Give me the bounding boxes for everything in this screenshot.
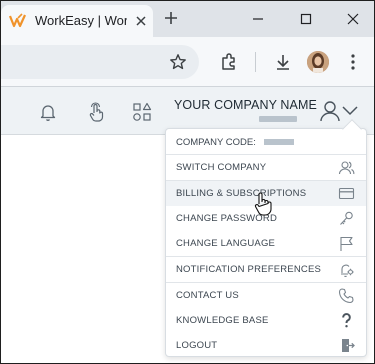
profile-photo-icon	[307, 51, 329, 73]
close-icon[interactable]	[134, 14, 148, 28]
menu-item-label: KNOWLEDGE BASE	[176, 315, 269, 326]
key-icon	[340, 211, 353, 225]
company-code-label: COMPANY CODE:	[176, 137, 256, 148]
menu-item-contact-us[interactable]: CONTACT US	[166, 283, 366, 308]
more-icon[interactable]	[347, 52, 359, 72]
user-name-redacted	[259, 116, 297, 122]
menu-item-label: CHANGE LANGUAGE	[176, 238, 276, 249]
download-icon[interactable]	[273, 52, 293, 72]
users-icon	[338, 161, 355, 175]
extensions-icon[interactable]	[219, 52, 239, 72]
hand-cursor-icon	[254, 192, 272, 216]
menu-item-switch-company[interactable]: SWITCH COMPANY	[166, 155, 366, 180]
logout-icon	[342, 339, 355, 352]
credit-card-icon	[338, 187, 355, 200]
maximize-icon[interactable]	[299, 12, 313, 26]
bell-gear-icon	[341, 264, 354, 278]
shapes-icon[interactable]	[131, 101, 153, 123]
star-icon[interactable]	[169, 53, 187, 71]
minimize-icon[interactable]	[251, 12, 265, 26]
plus-icon[interactable]	[163, 10, 179, 26]
touch-icon[interactable]	[85, 101, 107, 123]
menu-item-label: NOTIFICATION PREFERENCES	[176, 264, 322, 275]
company-name: YOUR COMPANY NAME	[174, 98, 317, 112]
chevron-down-icon[interactable]	[341, 105, 359, 117]
user-icon[interactable]	[319, 99, 341, 123]
toolbar-separator	[255, 52, 256, 72]
flag-icon	[340, 236, 353, 251]
browser-toolbar	[1, 37, 374, 87]
menu-item-change-language[interactable]: CHANGE LANGUAGE	[166, 231, 366, 256]
menu-item-logout[interactable]: LOGOUT	[166, 333, 366, 358]
menu-item-label: CONTACT US	[176, 290, 239, 301]
tab-title: WorkEasy | Wor	[35, 13, 127, 28]
tab-strip: WorkEasy | Wor	[1, 1, 374, 37]
workeasy-logo-icon	[9, 13, 27, 28]
browser-tab[interactable]: WorkEasy | Wor	[1, 5, 153, 37]
profile-avatar[interactable]	[307, 51, 329, 73]
menu-item-knowledge-base[interactable]: KNOWLEDGE BASE	[166, 308, 366, 333]
menu-item-notification-preferences[interactable]: NOTIFICATION PREFERENCES	[166, 257, 366, 282]
menu-item-label: SWITCH COMPANY	[176, 162, 267, 173]
account-menu: COMPANY CODE: SWITCH COMPANY BILLING & S…	[165, 128, 367, 357]
question-icon	[342, 313, 351, 328]
phone-icon	[338, 288, 354, 304]
bell-icon[interactable]	[37, 101, 59, 123]
browser-window: WorkEasy | Wor YOUR COMPANY NAME COMPANY…	[0, 0, 375, 364]
menu-item-label: LOGOUT	[176, 340, 218, 351]
window-close-icon[interactable]	[346, 12, 360, 26]
menu-item-label: BILLING & SUBSCRIPTIONS	[176, 188, 307, 199]
company-code-redacted	[264, 139, 294, 145]
